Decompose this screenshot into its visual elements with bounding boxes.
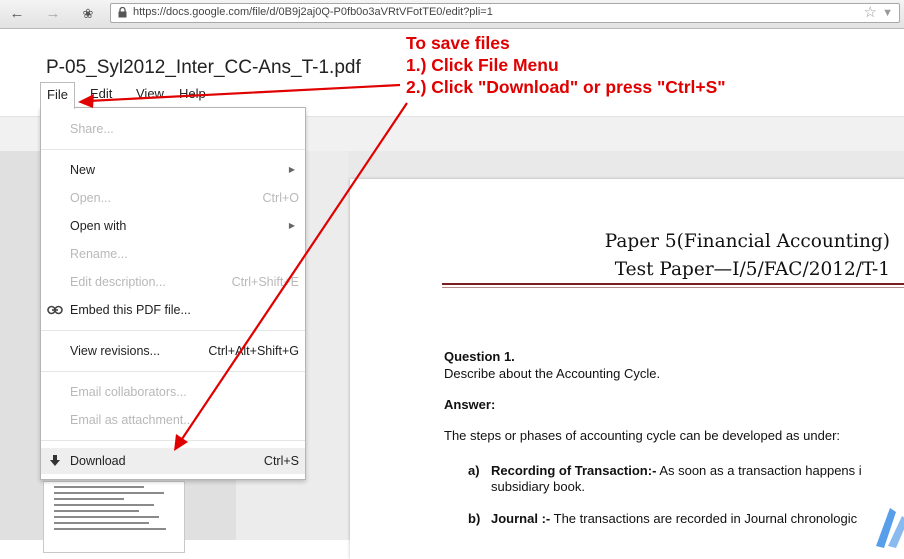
item-b-line1: Journal :- The transactions are recorded… xyxy=(491,511,857,526)
annotation-line1: To save files xyxy=(406,33,510,53)
answer-heading: Answer: xyxy=(444,397,496,412)
menu-separator xyxy=(41,440,305,441)
paper-title-line2: Test Paper—I/5/FAC/2012/T-1 xyxy=(614,259,890,280)
back-arrow-icon[interactable]: ← xyxy=(6,3,28,25)
menu-download-shortcut: Ctrl+S xyxy=(263,454,299,468)
download-arrow-icon xyxy=(50,455,60,466)
menu-download[interactable]: Download Ctrl+S xyxy=(41,448,305,474)
menu-open-shortcut: Ctrl+O xyxy=(262,191,299,205)
menu-share-label: Share... xyxy=(70,122,114,136)
menu-separator xyxy=(41,371,305,372)
menu-embed-label: Embed this PDF file... xyxy=(70,303,191,317)
title-rule xyxy=(442,283,904,285)
menu-view-revisions-label: View revisions... xyxy=(70,344,161,358)
menu-view-revisions[interactable]: View revisions... Ctrl+Alt+Shift+G xyxy=(41,338,305,364)
item-a-text: As soon as a transaction happens i xyxy=(659,463,862,478)
annotation-line3: 2.) Click "Download" or press "Ctrl+S" xyxy=(406,77,726,97)
annotation-text: To save files 1.) Click File Menu 2.) Cl… xyxy=(406,32,726,98)
menu-new-label: New xyxy=(70,163,96,177)
item-a-line1: Recording of Transaction:- As soon as a … xyxy=(491,463,862,478)
menu-embed[interactable]: Embed this PDF file... xyxy=(41,297,305,323)
menu-new[interactable]: New ▶ xyxy=(41,157,305,183)
menu-open-label: Open... xyxy=(70,191,111,205)
menu-download-label: Download xyxy=(70,454,126,468)
pdf-page: Paper 5(Financial Accounting) Test Paper… xyxy=(350,179,904,559)
paper-title-line1: Paper 5(Financial Accounting) xyxy=(604,231,890,252)
menu-file[interactable]: File xyxy=(40,82,75,109)
browser-toolbar: ← → ❀ https://docs.google.com/file/d/0B9… xyxy=(0,0,904,29)
menu-email-collaborators-label: Email collaborators... xyxy=(70,385,187,399)
file-menu-dropdown: Share... New ▶ Open... Ctrl+O Open with … xyxy=(40,107,306,480)
item-a-marker: a) xyxy=(468,463,480,478)
extensions-icon[interactable]: ❀ xyxy=(77,3,99,25)
menu-open-with-label: Open with xyxy=(70,219,127,233)
menu-share[interactable]: Share... xyxy=(41,116,305,142)
submenu-arrow-icon: ▶ xyxy=(288,221,295,230)
menu-edit-description-label: Edit description... xyxy=(70,275,166,289)
item-a-heading: Recording of Transaction:- xyxy=(491,463,657,478)
page-thumbnail[interactable] xyxy=(43,481,185,553)
menu-rename[interactable]: Rename... xyxy=(41,241,305,267)
bookmark-star-icon[interactable]: ☆ xyxy=(864,4,877,22)
annotation-line2: 1.) Click File Menu xyxy=(406,55,559,75)
menu-email-attachment[interactable]: Email as attachment... xyxy=(41,407,305,433)
paper-title: Paper 5(Financial Accounting) Test Paper… xyxy=(605,228,890,284)
menu-view-revisions-shortcut: Ctrl+Alt+Shift+G xyxy=(208,344,299,358)
chevron-down-icon[interactable]: ▼ xyxy=(882,4,893,22)
item-b-marker: b) xyxy=(468,511,481,526)
item-a-line2: subsidiary book. xyxy=(491,479,585,494)
menu-email-attachment-label: Email as attachment... xyxy=(70,413,194,427)
menu-help[interactable]: Help xyxy=(173,82,212,106)
menu-email-collaborators[interactable]: Email collaborators... xyxy=(41,379,305,405)
item-b-heading: Journal :- xyxy=(491,511,551,526)
lock-icon xyxy=(118,7,127,18)
link-icon xyxy=(47,305,63,315)
question-text: Describe about the Accounting Cycle. xyxy=(444,366,661,381)
address-bar[interactable]: https://docs.google.com/file/d/0B9j2aj0Q… xyxy=(110,3,900,23)
submenu-arrow-icon: ▶ xyxy=(288,165,295,174)
title-rule-thin xyxy=(442,287,904,288)
url-text: https://docs.google.com/file/d/0B9j2aj0Q… xyxy=(133,6,493,18)
menu-separator xyxy=(41,149,305,150)
menu-edit-description[interactable]: Edit description... Ctrl+Shift+E xyxy=(41,269,305,295)
question-heading: Question 1. xyxy=(444,349,515,364)
menu-open-with[interactable]: Open with ▶ xyxy=(41,213,305,239)
menu-separator xyxy=(41,330,305,331)
item-b-text: The transactions are recorded in Journal… xyxy=(553,511,858,526)
watermark-mark xyxy=(876,508,904,548)
menu-edit[interactable]: Edit xyxy=(84,82,118,106)
menu-view[interactable]: View xyxy=(130,82,170,106)
menu-open[interactable]: Open... Ctrl+O xyxy=(41,185,305,211)
forward-arrow-icon[interactable]: → xyxy=(42,3,64,25)
menu-edit-description-shortcut: Ctrl+Shift+E xyxy=(231,275,299,289)
answer-intro: The steps or phases of accounting cycle … xyxy=(444,428,841,443)
menu-rename-label: Rename... xyxy=(70,247,128,261)
document-title: P-05_Syl2012_Inter_CC-Ans_T-1.pdf xyxy=(46,57,361,78)
